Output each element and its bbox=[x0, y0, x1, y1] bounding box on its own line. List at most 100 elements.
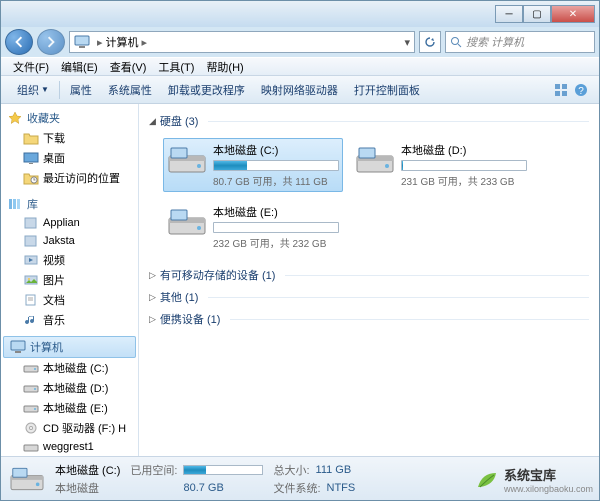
sidebar-item-weggrest1[interactable]: weggrest1 bbox=[1, 438, 138, 456]
sidebar-item-jaksta[interactable]: Jaksta bbox=[1, 232, 138, 250]
sidebar-item-recent[interactable]: 最近访问的位置 bbox=[1, 168, 138, 188]
drive-name: 本地磁盘 (C:) bbox=[213, 142, 339, 158]
pictures-icon bbox=[23, 273, 39, 287]
map-drive-button[interactable]: 映射网络驱动器 bbox=[253, 82, 346, 98]
nav-row: ▸ 计算机 ▸ ▾ 搜索 计算机 bbox=[1, 27, 599, 57]
maximize-button[interactable]: ▢ bbox=[523, 5, 551, 23]
folder-icon bbox=[23, 131, 39, 145]
menu-edit[interactable]: 编辑(E) bbox=[55, 59, 104, 75]
status-title-col: 本地磁盘 (C:) 本地磁盘 bbox=[55, 462, 120, 496]
sidebar-item-videos[interactable]: 视频 bbox=[1, 250, 138, 270]
computer-icon bbox=[10, 340, 26, 354]
sidebar-item-pictures[interactable]: 图片 bbox=[1, 270, 138, 290]
system-properties-button[interactable]: 系统属性 bbox=[100, 82, 160, 98]
sidebar-libraries-head[interactable]: 库 bbox=[1, 194, 138, 214]
drive-name: 本地磁盘 (D:) bbox=[401, 142, 527, 158]
refresh-button[interactable] bbox=[419, 31, 441, 53]
sidebar-item-cd-drive[interactable]: CD 驱动器 (F:) H bbox=[1, 418, 138, 438]
network-icon bbox=[23, 440, 39, 454]
drive-icon bbox=[355, 142, 395, 178]
drive-info: 本地磁盘 (E:) 232 GB 可用，共 232 GB bbox=[213, 204, 339, 250]
drive-icon bbox=[167, 204, 207, 240]
watermark-url: www.xilongbaoku.com bbox=[504, 484, 593, 494]
section-hdd[interactable]: ◢ 硬盘 (3) bbox=[149, 110, 589, 132]
sidebar-favorites-head[interactable]: 收藏夹 bbox=[1, 108, 138, 128]
refresh-icon bbox=[424, 36, 436, 48]
drive-icon bbox=[23, 401, 39, 415]
leaf-icon bbox=[474, 467, 500, 493]
drive-icon bbox=[23, 361, 39, 375]
section-removable[interactable]: ▷ 有可移动存储的设备 (1) bbox=[149, 264, 589, 286]
arrow-right-icon bbox=[45, 36, 57, 48]
sidebar-item-desktop[interactable]: 桌面 bbox=[1, 148, 138, 168]
arrow-left-icon bbox=[13, 36, 25, 48]
menu-view[interactable]: 查看(V) bbox=[104, 59, 153, 75]
capacity-bar bbox=[401, 160, 527, 171]
status-used-label: 已用空间: bbox=[130, 462, 177, 478]
computer-icon bbox=[74, 35, 90, 49]
menu-bar: 文件(F) 编辑(E) 查看(V) 工具(T) 帮助(H) bbox=[1, 57, 599, 76]
close-button[interactable]: ✕ bbox=[551, 5, 595, 23]
status-total-col: 总大小:111 GB 文件系统:NTFS bbox=[273, 462, 355, 496]
drive-icon bbox=[167, 142, 207, 178]
drive-item[interactable]: 本地磁盘 (C:) 80.7 GB 可用，共 111 GB bbox=[163, 138, 343, 192]
search-input[interactable]: 搜索 计算机 bbox=[445, 31, 595, 53]
control-panel-button[interactable]: 打开控制面板 bbox=[346, 82, 428, 98]
tiles-icon bbox=[554, 83, 568, 97]
sidebar-item-downloads[interactable]: 下载 bbox=[1, 128, 138, 148]
watermark-text: 系统宝库 bbox=[504, 465, 593, 484]
address-bar[interactable]: ▸ 计算机 ▸ ▾ bbox=[69, 31, 415, 53]
menu-file[interactable]: 文件(F) bbox=[7, 59, 55, 75]
view-mode-button[interactable] bbox=[551, 80, 571, 100]
organize-button[interactable]: 组织 ▼ bbox=[9, 82, 57, 98]
breadcrumb-computer[interactable]: 计算机 bbox=[106, 34, 139, 50]
folder-icon bbox=[23, 234, 39, 248]
watermark: 系统宝库 www.xilongbaoku.com bbox=[474, 465, 593, 494]
sidebar: 收藏夹 下载 桌面 最近访问的位置 库 Applian Jaksta 视频 图片… bbox=[1, 104, 139, 456]
window-controls: ─ ▢ ✕ bbox=[495, 5, 595, 23]
collapse-icon: ▷ bbox=[149, 270, 156, 281]
status-total-label: 总大小: bbox=[273, 462, 309, 478]
drive-item[interactable]: 本地磁盘 (E:) 232 GB 可用，共 232 GB bbox=[163, 200, 343, 254]
library-icon bbox=[7, 197, 23, 211]
sidebar-item-documents[interactable]: 文档 bbox=[1, 290, 138, 310]
capacity-bar bbox=[213, 222, 339, 233]
collapse-icon: ▷ bbox=[149, 314, 156, 325]
folder-icon bbox=[23, 216, 39, 230]
section-portable[interactable]: ▷ 便携设备 (1) bbox=[149, 308, 589, 330]
explorer-window: ─ ▢ ✕ ▸ 计算机 ▸ ▾ 搜索 计算机 文件(F) 编辑(E bbox=[0, 0, 600, 501]
status-fs-label: 文件系统: bbox=[273, 480, 320, 496]
drive-stat: 231 GB 可用，共 233 GB bbox=[401, 173, 527, 188]
address-dropdown[interactable]: ▾ bbox=[404, 36, 410, 49]
menu-help[interactable]: 帮助(H) bbox=[200, 59, 249, 75]
documents-icon bbox=[23, 293, 39, 307]
star-icon bbox=[7, 111, 23, 125]
forward-button[interactable] bbox=[37, 29, 65, 55]
sidebar-libraries: 库 Applian Jaksta 视频 图片 文档 音乐 bbox=[1, 194, 138, 330]
drive-stat: 80.7 GB 可用，共 111 GB bbox=[213, 173, 339, 188]
music-icon bbox=[23, 313, 39, 327]
sidebar-computer-head[interactable]: 计算机 bbox=[3, 336, 136, 358]
drive-item[interactable]: 本地磁盘 (D:) 231 GB 可用，共 233 GB bbox=[351, 138, 531, 192]
menu-tools[interactable]: 工具(T) bbox=[152, 59, 200, 75]
help-icon: ? bbox=[574, 83, 588, 97]
search-icon bbox=[450, 36, 462, 48]
sidebar-item-drive-c[interactable]: 本地磁盘 (C:) bbox=[1, 358, 138, 378]
search-placeholder: 搜索 计算机 bbox=[466, 34, 524, 50]
breadcrumb-sep: ▸ bbox=[139, 36, 151, 49]
section-other[interactable]: ▷ 其他 (1) bbox=[149, 286, 589, 308]
capacity-bar bbox=[213, 160, 339, 171]
back-button[interactable] bbox=[5, 29, 33, 55]
sidebar-item-drive-e[interactable]: 本地磁盘 (E:) bbox=[1, 398, 138, 418]
minimize-button[interactable]: ─ bbox=[495, 5, 523, 23]
cd-icon bbox=[23, 421, 39, 435]
recent-icon bbox=[23, 171, 39, 185]
sidebar-item-drive-d[interactable]: 本地磁盘 (D:) bbox=[1, 378, 138, 398]
properties-button[interactable]: 属性 bbox=[62, 82, 100, 98]
titlebar: ─ ▢ ✕ bbox=[1, 1, 599, 27]
sidebar-item-music[interactable]: 音乐 bbox=[1, 310, 138, 330]
help-icon-button[interactable]: ? bbox=[571, 80, 591, 100]
uninstall-button[interactable]: 卸载或更改程序 bbox=[160, 82, 253, 98]
sidebar-item-applian[interactable]: Applian bbox=[1, 214, 138, 232]
status-capacity-bar bbox=[183, 465, 263, 475]
